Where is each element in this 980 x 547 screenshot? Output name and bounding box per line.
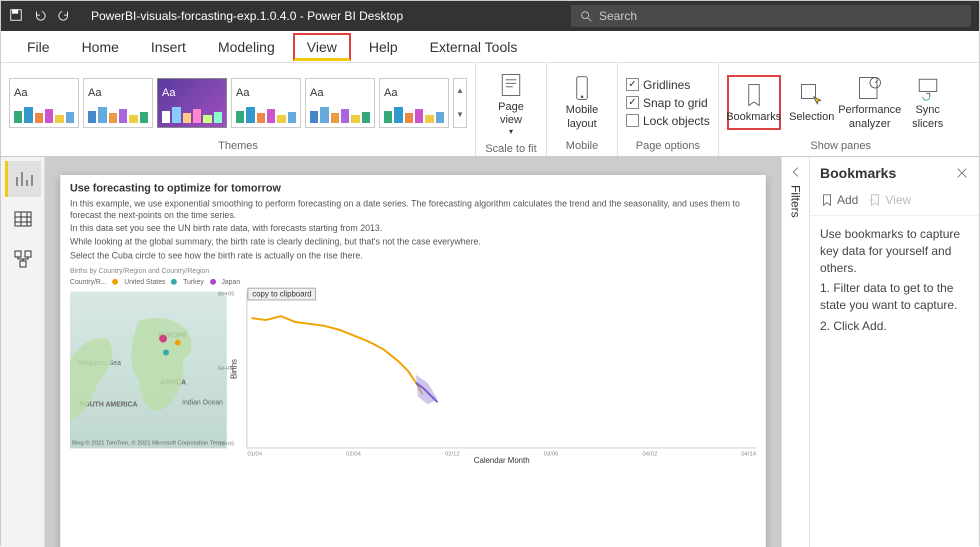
report-text: Select the Cuba circle to see how the bi… bbox=[70, 250, 756, 261]
selection-button[interactable]: Selection bbox=[785, 77, 839, 128]
theme-thumb[interactable]: Aa bbox=[379, 78, 449, 128]
tab-modeling[interactable]: Modeling bbox=[204, 33, 289, 61]
tab-help[interactable]: Help bbox=[355, 33, 412, 61]
left-rail bbox=[1, 157, 45, 547]
table-icon bbox=[13, 209, 33, 229]
mobile-icon bbox=[568, 74, 596, 102]
performance-button[interactable]: Performance analyzer bbox=[843, 70, 897, 134]
map-attribution: Bing © 2021 TomTom, © 2021 Microsoft Cor… bbox=[72, 440, 226, 446]
sync-icon bbox=[914, 74, 942, 102]
filters-label: Filters bbox=[789, 185, 803, 218]
report-canvas[interactable]: Use forecasting to optimize for tomorrow… bbox=[60, 175, 766, 547]
tab-external-tools[interactable]: External Tools bbox=[416, 33, 532, 61]
model-view-button[interactable] bbox=[5, 241, 41, 277]
theme-thumb[interactable]: Aa bbox=[231, 78, 301, 128]
bookmark-view-icon bbox=[868, 193, 882, 207]
expand-icon[interactable] bbox=[789, 165, 803, 179]
x-axis-label: Calendar Month bbox=[474, 456, 530, 465]
page-view-button[interactable]: Page view▾ bbox=[484, 67, 538, 141]
snap-checkbox[interactable]: ✓Snap to grid bbox=[626, 94, 710, 112]
tab-view[interactable]: View bbox=[293, 33, 351, 61]
main-area: Use forecasting to optimize for tomorrow… bbox=[1, 157, 979, 547]
gauge-icon bbox=[856, 74, 884, 102]
bookmark-icon bbox=[740, 81, 768, 109]
model-icon bbox=[13, 249, 33, 269]
group-label-show-panes: Show panes bbox=[810, 138, 871, 156]
theme-thumb[interactable]: Aa bbox=[157, 78, 227, 128]
y-ticks: 8e+056e+054e+05 bbox=[218, 291, 235, 447]
report-text: In this data set you see the UN birth ra… bbox=[70, 223, 756, 234]
bookmark-view-button[interactable]: View bbox=[868, 193, 911, 207]
title-bar: PowerBI-visuals-forcasting-exp.1.0.4.0 -… bbox=[1, 1, 979, 31]
tab-home[interactable]: Home bbox=[68, 33, 133, 61]
selection-icon bbox=[798, 81, 826, 109]
report-view-button[interactable] bbox=[5, 161, 41, 197]
canvas-area[interactable]: Use forecasting to optimize for tomorrow… bbox=[45, 157, 781, 547]
mobile-layout-button[interactable]: Mobile layout bbox=[555, 70, 609, 134]
theme-dropdown[interactable]: ▲▼ bbox=[453, 78, 467, 128]
tab-file[interactable]: File bbox=[13, 33, 64, 61]
line-chart-visual[interactable]: copy to clipboard Births Calendar Month … bbox=[246, 291, 756, 448]
line-path-icon bbox=[251, 306, 447, 404]
bookmarks-help: Use bookmarks to capture key data for yo… bbox=[810, 216, 979, 349]
bookmarks-pane: Bookmarks Add View Use bookmarks to capt… bbox=[809, 157, 979, 547]
chart-icon bbox=[14, 169, 34, 189]
undo-icon[interactable] bbox=[33, 8, 47, 25]
filters-pane-collapsed[interactable]: Filters bbox=[781, 157, 809, 547]
window-title: PowerBI-visuals-forcasting-exp.1.0.4.0 -… bbox=[91, 9, 403, 23]
group-label-page-options: Page options bbox=[636, 138, 700, 156]
map-shapes-icon bbox=[70, 291, 227, 448]
copy-clipboard-button[interactable]: copy to clipboard bbox=[247, 287, 316, 300]
data-view-button[interactable] bbox=[5, 201, 41, 237]
close-icon[interactable] bbox=[955, 166, 969, 180]
x-ticks: 01/0402/0402/1203/0604/0204/14 bbox=[247, 451, 756, 457]
map-visual[interactable]: EUROPE AFRICA SOUTH AMERICA Sargasso Sea… bbox=[70, 291, 227, 448]
gridlines-checkbox[interactable]: ✓Gridlines bbox=[626, 76, 710, 94]
bookmark-add-button[interactable]: Add bbox=[820, 193, 858, 207]
report-text: In this example, we use exponential smoo… bbox=[70, 199, 756, 222]
ribbon: Aa Aa Aa Aa Aa Aa ▲▼ Themes Page view▾ S… bbox=[1, 63, 979, 157]
group-label-mobile: Mobile bbox=[566, 138, 598, 156]
group-label-themes: Themes bbox=[218, 138, 258, 156]
search-box[interactable]: Search bbox=[571, 5, 971, 27]
report-text: While looking at the global summary, the… bbox=[70, 237, 756, 248]
theme-gallery[interactable]: Aa Aa Aa Aa Aa Aa ▲▼ bbox=[9, 67, 467, 138]
search-icon bbox=[579, 9, 593, 23]
theme-thumb[interactable]: Aa bbox=[9, 78, 79, 128]
search-placeholder: Search bbox=[599, 9, 637, 23]
theme-thumb[interactable]: Aa bbox=[305, 78, 375, 128]
theme-thumb[interactable]: Aa bbox=[83, 78, 153, 128]
page-view-icon bbox=[497, 71, 525, 99]
save-icon[interactable] bbox=[9, 8, 23, 25]
menu-bar: File Home Insert Modeling View Help Exte… bbox=[1, 31, 979, 63]
bookmark-add-icon bbox=[820, 193, 834, 207]
bookmarks-title: Bookmarks bbox=[820, 165, 896, 181]
tab-insert[interactable]: Insert bbox=[137, 33, 200, 61]
bookmarks-button[interactable]: Bookmarks bbox=[727, 75, 781, 130]
sync-slicers-button[interactable]: Sync slicers bbox=[901, 70, 955, 134]
lock-checkbox[interactable]: Lock objects bbox=[626, 112, 710, 130]
map-title: Births by Country/Region and Country/Reg… bbox=[70, 268, 756, 277]
map-legend: Country/R... United States Turkey Japan bbox=[70, 278, 756, 285]
redo-icon[interactable] bbox=[57, 8, 71, 25]
report-title: Use forecasting to optimize for tomorrow bbox=[70, 183, 756, 195]
